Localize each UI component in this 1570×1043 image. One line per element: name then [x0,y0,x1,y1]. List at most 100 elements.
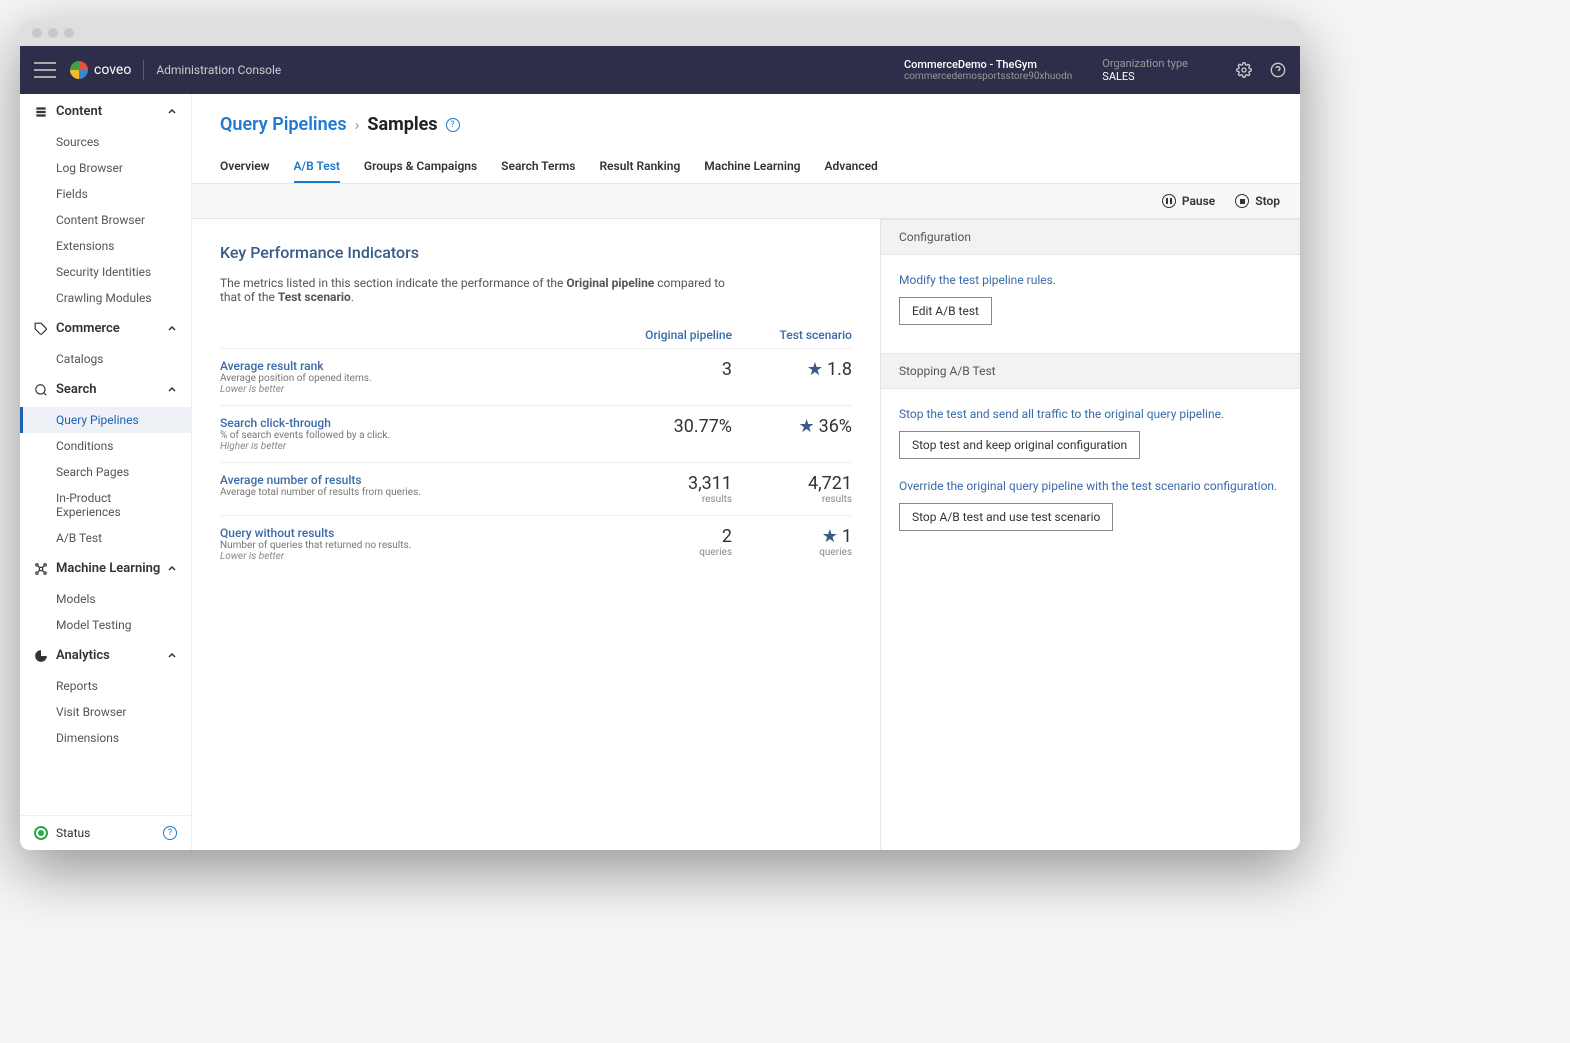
tab-groups-campaigns[interactable]: Groups & Campaigns [364,151,477,183]
minimize-dot[interactable] [48,28,58,38]
nav-item-log-browser[interactable]: Log Browser [20,155,191,181]
tab-advanced[interactable]: Advanced [825,151,878,183]
kpi-metric-note: Higher is better [220,441,612,452]
nav-item-model-testing[interactable]: Model Testing [20,612,191,638]
breadcrumb-parent[interactable]: Query Pipelines [220,114,347,135]
kpi-original-value: 30.77% [612,416,732,437]
pause-icon [1162,194,1176,208]
kpi-metric-name: Search click-through [220,416,612,430]
org-type-label: Organization type [1102,57,1188,70]
nav-item-visit-browser[interactable]: Visit Browser [20,699,191,725]
section-icon [34,322,48,336]
org-name: CommerceDemo - TheGym [904,58,1072,71]
gear-icon[interactable] [1236,62,1252,78]
kpi-metric-note: Lower is better [220,384,612,395]
org-id: commercedemosportsstore90xhuodn [904,71,1072,82]
status-help-icon[interactable]: ? [163,826,177,840]
kpi-col-original: Original pipeline [612,328,732,342]
kpi-original-value: 3 [612,359,732,380]
action-bar: Pause Stop [192,184,1300,219]
sidebar: ContentSourcesLog BrowserFieldsContent B… [20,94,192,850]
kpi-test-value: 4,721 [732,473,852,494]
chevron-up-icon [167,107,177,117]
pause-button[interactable]: Pause [1162,194,1215,208]
tab-search-terms[interactable]: Search Terms [501,151,575,183]
menu-icon[interactable] [34,62,56,78]
nav-item-extensions[interactable]: Extensions [20,233,191,259]
stop-icon [1235,194,1249,208]
kpi-original-value: 2 [612,526,732,547]
window-titlebar [20,20,1300,46]
kpi-test-value: ★36% [732,416,852,437]
tab-result-ranking[interactable]: Result Ranking [599,151,680,183]
kpi-test-value: ★1 [732,526,852,547]
kpi-metric-note: Lower is better [220,551,612,562]
tab-a-b-test[interactable]: A/B Test [294,151,340,183]
nav-item-query-pipelines[interactable]: Query Pipelines [20,407,191,433]
kpi-metric-name: Query without results [220,526,612,540]
nav-item-content-browser[interactable]: Content Browser [20,207,191,233]
breadcrumb-current: Samples [367,114,437,135]
kpi-row: Average number of resultsAverage total n… [220,462,852,515]
stop-button[interactable]: Stop [1235,194,1280,208]
chevron-up-icon [167,651,177,661]
section-icon [34,562,48,576]
star-icon: ★ [822,526,838,547]
nav-item-a/b-test[interactable]: A/B Test [20,525,191,551]
divider [143,60,144,80]
nav-section-search[interactable]: Search [20,372,191,407]
nav-item-fields[interactable]: Fields [20,181,191,207]
section-icon [34,649,48,663]
product-name: coveo [94,62,131,78]
nav-section-analytics[interactable]: Analytics [20,638,191,673]
maximize-dot[interactable] [64,28,74,38]
kpi-panel: Key Performance Indicators The metrics l… [192,219,880,850]
tab-bar: Overview A/B Test Groups & Campaigns Search… [192,141,1300,184]
nav-item-search-pages[interactable]: Search Pages [20,459,191,485]
logo[interactable]: coveo [70,61,131,79]
tab-machine-learning[interactable]: Machine Learning [704,151,800,183]
nav-item-dimensions[interactable]: Dimensions [20,725,191,751]
help-icon[interactable] [1270,62,1286,78]
kpi-table: Original pipeline Test scenario Average … [220,322,852,572]
kpi-metric-sub: % of search events followed by a click. [220,430,612,441]
kpi-metric-name: Average result rank [220,359,612,373]
section-icon [34,105,48,119]
kpi-header-row: Original pipeline Test scenario [220,322,852,348]
chevron-up-icon [167,324,177,334]
nav-item-conditions[interactable]: Conditions [20,433,191,459]
kpi-test-value: ★1.8 [732,359,852,380]
right-panel: Configuration Modify the test pipeline r… [880,219,1300,850]
stop-keep-button[interactable]: Stop test and keep original configuratio… [899,431,1140,459]
edit-abtest-button[interactable]: Edit A/B test [899,297,992,325]
nav-item-reports[interactable]: Reports [20,673,191,699]
kpi-original-value: 3,311 [612,473,732,494]
app-window: coveo Administration Console CommerceDem… [20,20,1300,850]
config-text: Modify the test pipeline rules. [899,273,1282,287]
nav-item-catalogs[interactable]: Catalogs [20,346,191,372]
nav-section-commerce[interactable]: Commerce [20,311,191,346]
close-dot[interactable] [32,28,42,38]
page-help-icon[interactable]: ? [446,118,460,132]
kpi-row: Search click-through% of search events f… [220,405,852,462]
top-header: coveo Administration Console CommerceDem… [20,46,1300,94]
status-footer[interactable]: Status ? [20,815,191,850]
stop-override-button[interactable]: Stop A/B test and use test scenario [899,503,1113,531]
nav-section-content[interactable]: Content [20,94,191,129]
org-selector[interactable]: CommerceDemo - TheGym commercedemosports… [904,58,1072,82]
nav-item-security-identities[interactable]: Security Identities [20,259,191,285]
tab-overview[interactable]: Overview [220,151,270,183]
nav-item-crawling-modules[interactable]: Crawling Modules [20,285,191,311]
kpi-row: Query without resultsNumber of queries t… [220,515,852,572]
nav-item-sources[interactable]: Sources [20,129,191,155]
star-icon: ★ [807,359,823,380]
org-type-value: SALES [1102,70,1188,83]
nav-item-models[interactable]: Models [20,586,191,612]
kpi-metric-name: Average number of results [220,473,612,487]
kpi-description: The metrics listed in this section indic… [220,276,740,304]
star-icon: ★ [798,416,814,437]
kpi-title: Key Performance Indicators [220,243,852,262]
nav-section-machine-learning[interactable]: Machine Learning [20,551,191,586]
nav-item-in-product-experiences[interactable]: In-Product Experiences [20,485,191,525]
stopping-header: Stopping A/B Test [881,353,1300,389]
